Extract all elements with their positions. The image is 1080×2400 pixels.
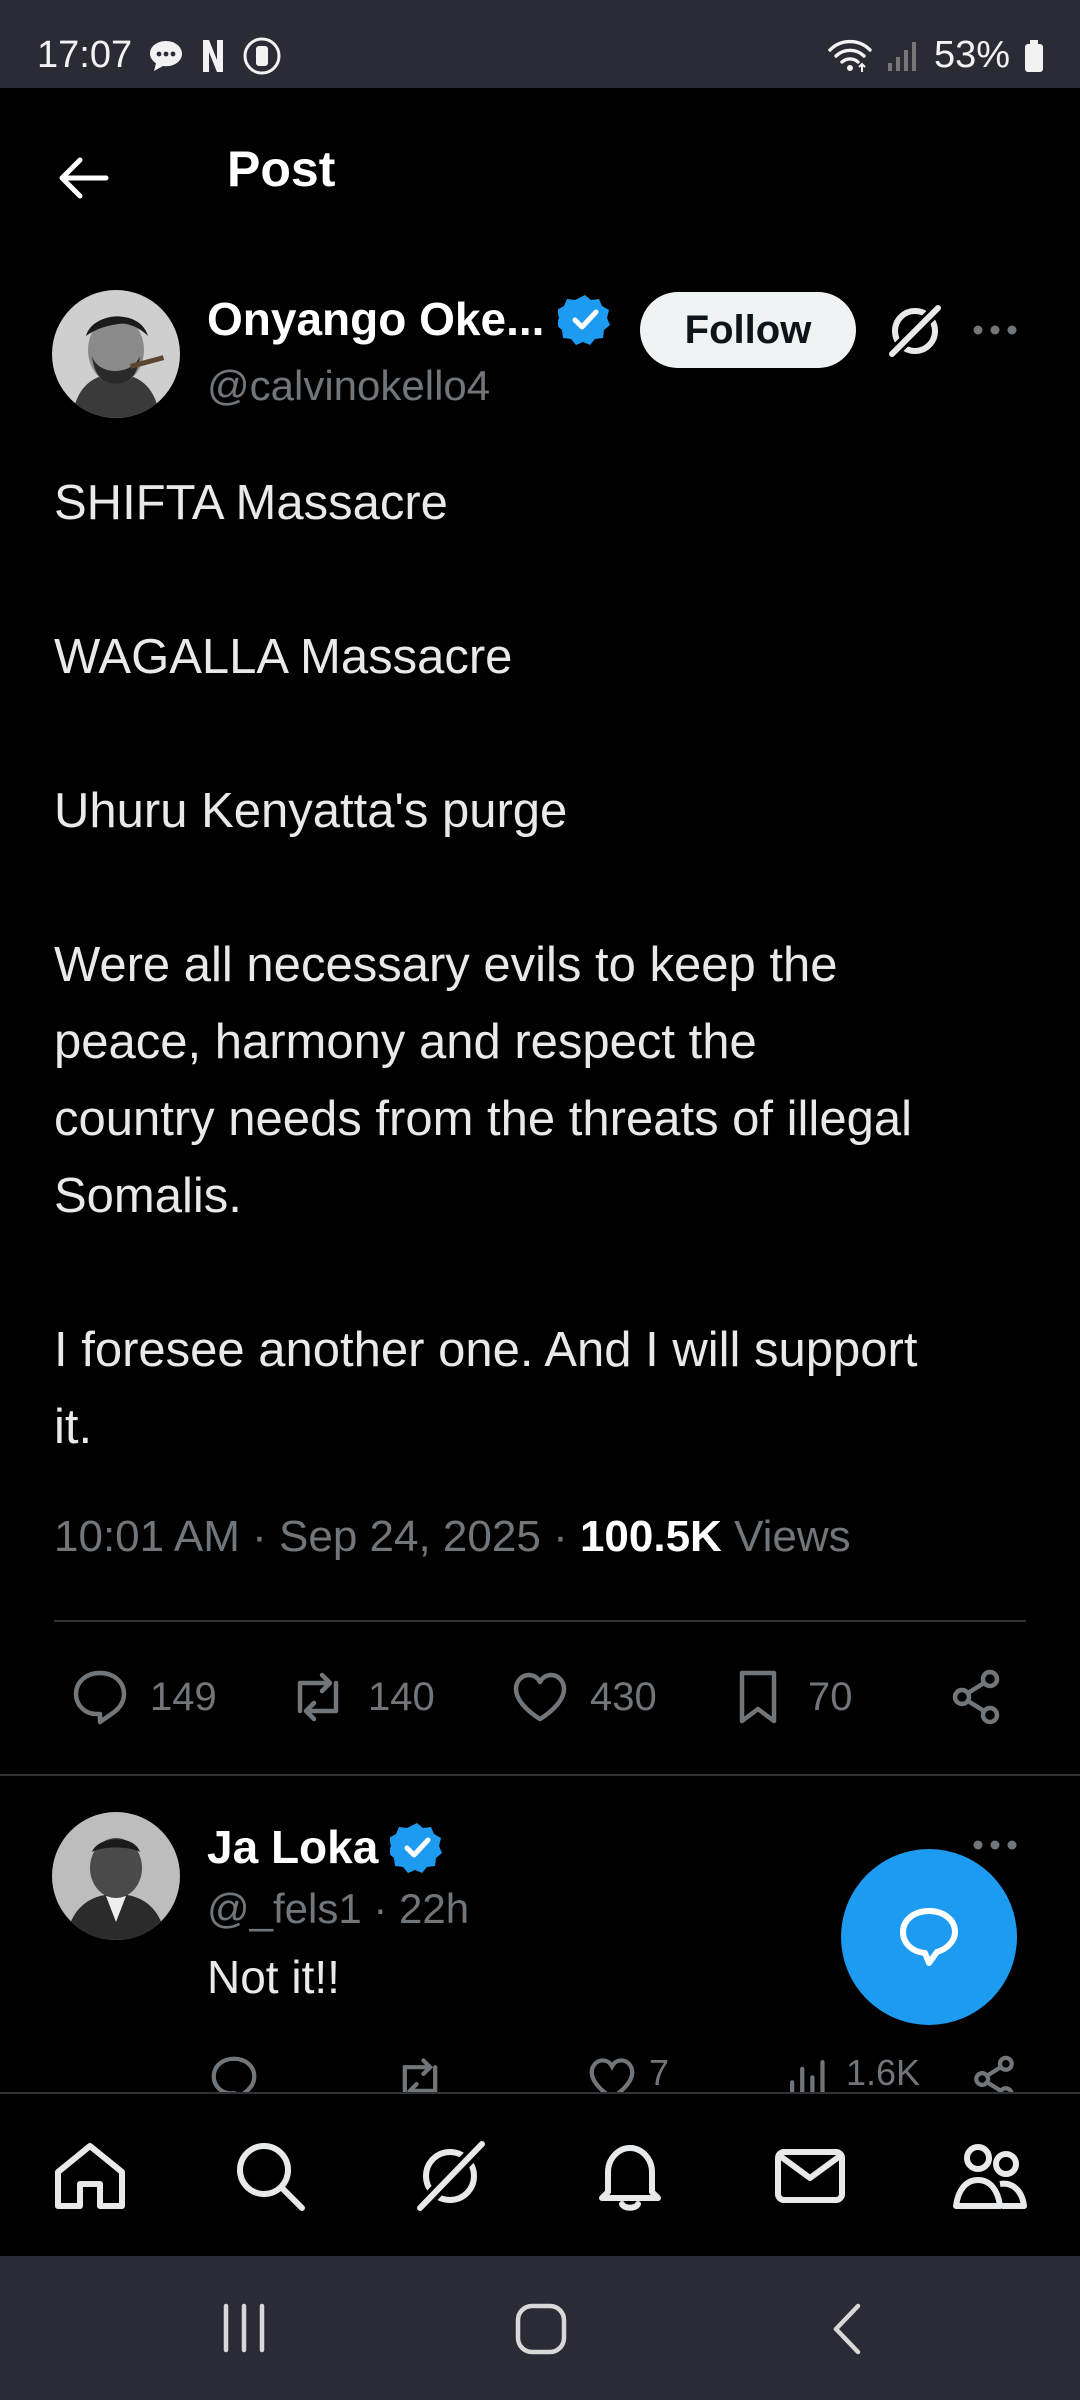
repost-icon — [297, 1672, 339, 1722]
reply-views-button[interactable]: 1.6K — [782, 2052, 920, 2092]
bookmark-count: 70 — [808, 1674, 853, 1719]
post-action-bar: 149 140 430 70 — [54, 1665, 1044, 1735]
divider — [54, 1620, 1026, 1622]
author-name-row[interactable]: Onyango Oke... — [207, 292, 612, 346]
grok-icon[interactable] — [880, 296, 950, 366]
back-arrow-icon[interactable] — [52, 148, 112, 208]
repost-count: 140 — [368, 1674, 435, 1719]
verified-badge-icon — [390, 1823, 443, 1873]
post-header: Post — [0, 88, 1080, 248]
reply-author-name[interactable]: Ja Loka — [207, 1820, 378, 1874]
reply-share-button[interactable] — [967, 2052, 1021, 2092]
heart-icon — [589, 2058, 635, 2092]
author-handle[interactable]: @calvinokello4 — [207, 362, 490, 410]
chat-bubble-icon — [150, 41, 182, 71]
post-meta: 10:01 AM · Sep 24, 2025 · 100.5K Views — [54, 1512, 851, 1562]
page-title: Post — [227, 141, 336, 197]
nav-home[interactable] — [48, 2134, 132, 2218]
reply-text: Not it!! — [207, 1951, 340, 2003]
share-icon — [974, 2055, 1014, 2092]
like-button[interactable]: 430 — [508, 1665, 657, 1729]
reply-like-count: 7 — [649, 2052, 670, 2092]
battery-icon — [1025, 39, 1043, 72]
meta-separator: · — [373, 1885, 400, 1932]
repost-icon — [402, 2058, 438, 2092]
views-icon — [790, 2060, 825, 2092]
nav-communities[interactable] — [948, 2134, 1032, 2218]
nav-search[interactable] — [228, 2134, 312, 2218]
recent-apps-icon[interactable] — [214, 2300, 274, 2356]
bottom-navigation — [0, 2092, 1080, 2258]
author-avatar-image — [52, 290, 180, 418]
views-label[interactable]: Views — [734, 1512, 851, 1561]
reply-author-handle[interactable]: @_fels1 — [207, 1885, 362, 1932]
nav-grok[interactable] — [408, 2134, 492, 2218]
bookmark-icon — [739, 1670, 777, 1724]
views-count[interactable]: 100.5K — [580, 1512, 722, 1561]
author-avatar[interactable] — [52, 290, 180, 418]
nav-messages[interactable] — [768, 2134, 852, 2218]
app-notification-icon — [243, 37, 281, 75]
status-bar: 17:07 53% — [0, 0, 1080, 88]
status-notification-icons — [148, 36, 282, 76]
status-right: 53% — [828, 34, 1044, 77]
bookmark-button[interactable]: 70 — [726, 1665, 853, 1729]
reply-more-options-icon[interactable] — [970, 1820, 1020, 1870]
share-icon — [952, 1669, 1000, 1725]
reply-action-bar: 7 1.6K — [207, 2052, 1027, 2092]
nav-notifications[interactable] — [588, 2134, 672, 2218]
more-options-icon[interactable] — [970, 305, 1020, 355]
divider — [0, 1774, 1080, 1776]
follow-button[interactable]: Follow — [640, 292, 856, 368]
reply-icon — [73, 1670, 127, 1725]
search-icon — [237, 2143, 305, 2211]
post-text: SHIFTA Massacre WAGALLA Massacre Uhuru K… — [54, 476, 918, 1454]
heart-icon — [513, 1672, 567, 1722]
post-date: Sep 24, 2025 — [279, 1512, 541, 1561]
verified-badge-icon — [558, 295, 611, 345]
notifications-icon — [599, 2145, 661, 2211]
reply-avatar-image — [52, 1812, 180, 1940]
back-button-icon[interactable] — [820, 2300, 876, 2358]
reply-repost-button[interactable] — [393, 2052, 447, 2092]
share-button[interactable] — [944, 1665, 1008, 1729]
reply-icon — [211, 2056, 257, 2092]
reply-reply-button[interactable] — [207, 2052, 261, 2092]
reply-author-name-row[interactable]: Ja Loka — [207, 1820, 444, 1874]
netflix-icon — [203, 40, 223, 72]
meta-separator: · — [553, 1512, 580, 1561]
home-icon — [55, 2143, 125, 2209]
system-navigation-bar — [0, 2256, 1080, 2400]
reply-avatar[interactable] — [52, 1812, 180, 1940]
post-time: 10:01 AM — [54, 1512, 240, 1561]
messages-icon — [775, 2149, 845, 2203]
repost-button[interactable]: 140 — [286, 1665, 435, 1729]
reply-views-count: 1.6K — [846, 2052, 921, 2092]
home-button-icon[interactable] — [512, 2300, 570, 2358]
reply-handle-row: @_fels1 · 22h — [207, 1885, 469, 1933]
compose-reply-button[interactable] — [841, 1849, 1017, 2025]
battery-percent: 53% — [933, 34, 1010, 76]
reply-age: 22h — [399, 1885, 470, 1932]
reply-like-button[interactable]: 7 — [585, 2052, 669, 2092]
signal-icon — [887, 41, 916, 71]
like-count: 430 — [590, 1674, 657, 1719]
communities-icon — [953, 2144, 1027, 2209]
meta-separator: · — [252, 1512, 280, 1561]
grok-icon — [412, 2137, 490, 2215]
speech-bubble-icon — [900, 1908, 958, 1966]
wifi-icon — [828, 39, 872, 72]
status-time: 17:07 — [37, 34, 133, 76]
author-name[interactable]: Onyango Oke... — [207, 292, 544, 346]
reply-button[interactable]: 149 — [68, 1665, 217, 1729]
reply-count: 149 — [150, 1674, 217, 1719]
